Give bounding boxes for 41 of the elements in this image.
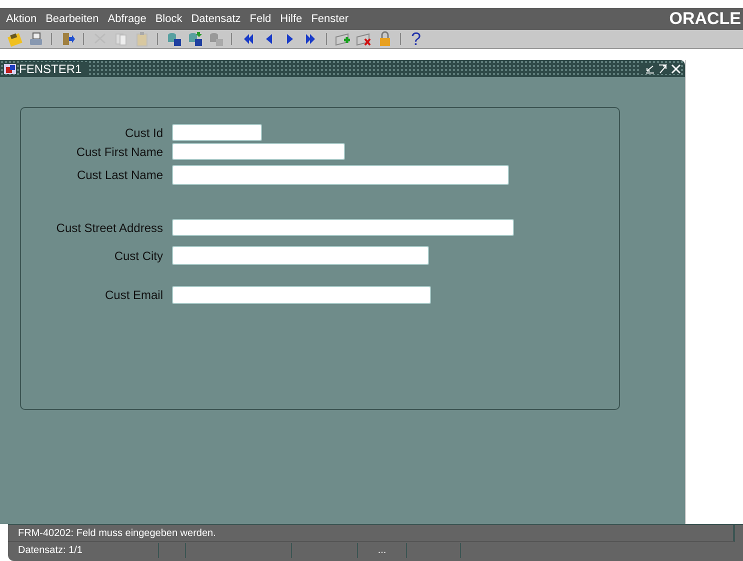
database-query-icon — [166, 31, 182, 47]
insert-button[interactable] — [334, 30, 351, 48]
menu-item[interactable]: Bearbeiten — [46, 13, 99, 25]
menu-item[interactable]: Datensatz — [191, 13, 241, 25]
query-enter-button[interactable] — [165, 30, 182, 48]
status-cell: ... — [357, 543, 406, 558]
window-icon — [4, 62, 16, 74]
status-message: FRM-40202: Feld muss eingegeben werden. — [8, 525, 735, 542]
menu-item[interactable]: Block — [155, 13, 182, 25]
field-label: Cust First Name — [76, 144, 163, 158]
input-field[interactable] — [172, 143, 345, 160]
field-label: Cust Email — [104, 288, 163, 302]
minimize-icon[interactable] — [645, 64, 655, 74]
menu-item[interactable]: Feld — [250, 13, 272, 25]
save-button[interactable] — [6, 30, 23, 48]
input-field[interactable] — [172, 165, 509, 185]
menu-item[interactable]: Fenster — [311, 13, 348, 25]
print-button[interactable] — [27, 30, 44, 48]
delete-button[interactable] — [355, 30, 372, 48]
window-title: FENSTER1 — [19, 62, 88, 76]
menu-item[interactable]: Abfrage — [108, 13, 146, 25]
input-field[interactable] — [172, 286, 431, 304]
record-indicator: Datensatz: 1/1 — [17, 545, 84, 556]
help-button[interactable]: ? — [408, 30, 424, 48]
menu-item[interactable]: Aktion — [6, 13, 37, 25]
input-field[interactable] — [172, 246, 429, 265]
close-icon[interactable] — [671, 64, 681, 74]
input-field[interactable] — [172, 124, 262, 141]
database-query-icon — [186, 31, 202, 47]
field-label: Cust Last Name — [76, 168, 163, 182]
copy-icon — [112, 31, 128, 47]
input-field[interactable] — [172, 219, 514, 236]
clipboard-icon — [134, 31, 150, 47]
field-label: Cust Street Address — [56, 220, 163, 234]
field-label: Cust City — [114, 248, 163, 262]
printer-icon — [28, 31, 44, 47]
query-execute-button[interactable] — [186, 30, 203, 48]
menu-item[interactable]: Hilfe — [280, 13, 302, 25]
maximize-icon[interactable] — [658, 64, 668, 74]
field-label: Cust Id — [124, 126, 163, 140]
logo: ORACLE — [669, 9, 741, 29]
